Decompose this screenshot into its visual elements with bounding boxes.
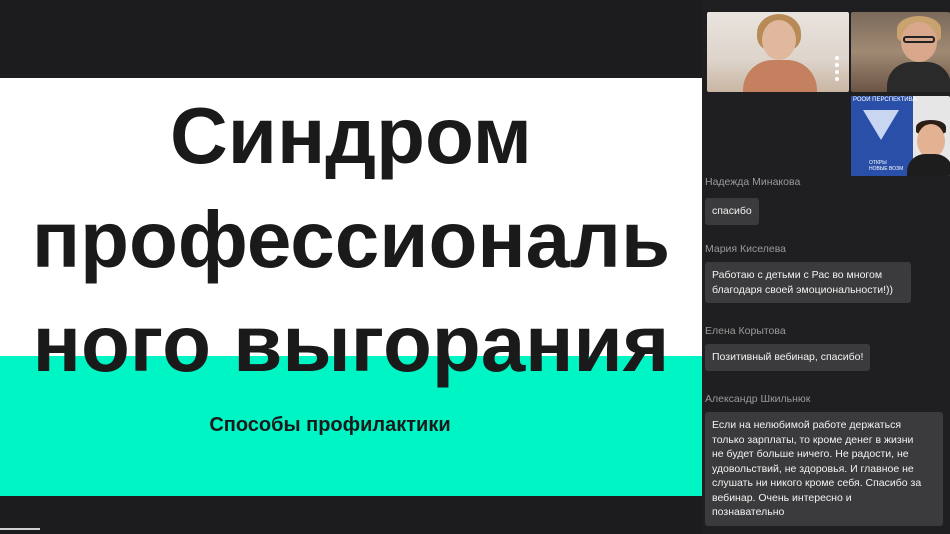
- chat-panel[interactable]: Надежда Минакова спасибо Мария Киселева …: [702, 176, 950, 534]
- chat-line: вебинар. Очень интересно и: [712, 491, 852, 504]
- video-tile-participant-2[interactable]: [851, 12, 950, 92]
- participant-face: [762, 20, 796, 60]
- chat-bubble: спасибо: [705, 198, 759, 225]
- participant-face: [917, 124, 945, 158]
- slide-subtitle: Способы профилактики: [209, 414, 451, 436]
- participant-body: [887, 62, 950, 92]
- chat-message: Александр Шкильнюк Если на нелюбимой раб…: [705, 393, 943, 526]
- slide-title: Синдром профессиональ ного выгорания: [0, 84, 702, 396]
- participant-glasses: [903, 36, 935, 43]
- chat-line: познавательно: [712, 506, 785, 518]
- chat-line: не будет больше ничего. Не радости, не: [712, 448, 909, 460]
- chat-line: слушать ни никого кроме себя. Спасибо за: [712, 477, 922, 489]
- chat-message: спасибо: [705, 198, 759, 225]
- slide-title-line-3: ного выгорания: [32, 299, 670, 388]
- slide-title-line-1: Синдром: [170, 91, 532, 180]
- chat-bubble: Позитивный вебинар, спасибо!: [705, 344, 871, 371]
- banner-subtext-line-2: НОВЫЕ ВОЗМ: [869, 166, 904, 172]
- video-tile-participant-1[interactable]: [707, 12, 849, 92]
- chat-sender-partial: Надежда Минакова: [705, 176, 801, 188]
- presentation-stage: Синдром профессиональ ного выгорания Спо…: [0, 0, 702, 534]
- chat-line: удовольствий, не здоровья. И главное не: [712, 462, 914, 475]
- chat-line: Работаю с детьми с Рас во многом: [712, 269, 883, 281]
- chat-line: благодаря своей эмоциональности!)): [712, 283, 894, 296]
- more-options-icon[interactable]: [835, 56, 839, 84]
- participant-body: [907, 154, 950, 176]
- chat-message: Елена Корытова Позитивный вебинар, спаси…: [705, 325, 871, 371]
- side-panel: РООИ ПЕРСПЕКТИВА ОТКРЫ НОВЫЕ ВОЗМ Надежд…: [702, 0, 950, 534]
- chat-sender: Мария Киселева: [705, 243, 787, 255]
- stage-corner-mark: [0, 528, 40, 530]
- chat-line: Если на нелюбимой работе держаться: [712, 419, 902, 431]
- slide-title-line-2: профессиональ: [31, 195, 671, 284]
- chat-sender: Александр Шкильнюк: [705, 393, 811, 405]
- video-tile-participant-3[interactable]: РООИ ПЕРСПЕКТИВА ОТКРЫ НОВЫЕ ВОЗМ: [851, 96, 950, 176]
- chat-message: Мария Киселева Работаю с детьми с Рас во…: [705, 243, 911, 303]
- banner-logo-icon: [863, 110, 899, 140]
- chat-line: только зарплаты, то кроме денег в жизни: [712, 433, 914, 446]
- chat-bubble: Если на нелюбимой работе держаться тольк…: [705, 412, 943, 526]
- banner-text: РООИ ПЕРСПЕКТИВА: [853, 97, 917, 103]
- chat-sender: Елена Корытова: [705, 325, 786, 337]
- participant-body: [743, 60, 817, 92]
- chat-bubble: Работаю с детьми с Рас во многом благода…: [705, 262, 911, 303]
- shared-slide: Синдром профессиональ ного выгорания Спо…: [0, 78, 702, 496]
- organization-banner: РООИ ПЕРСПЕКТИВА ОТКРЫ НОВЫЕ ВОЗМ: [851, 96, 917, 176]
